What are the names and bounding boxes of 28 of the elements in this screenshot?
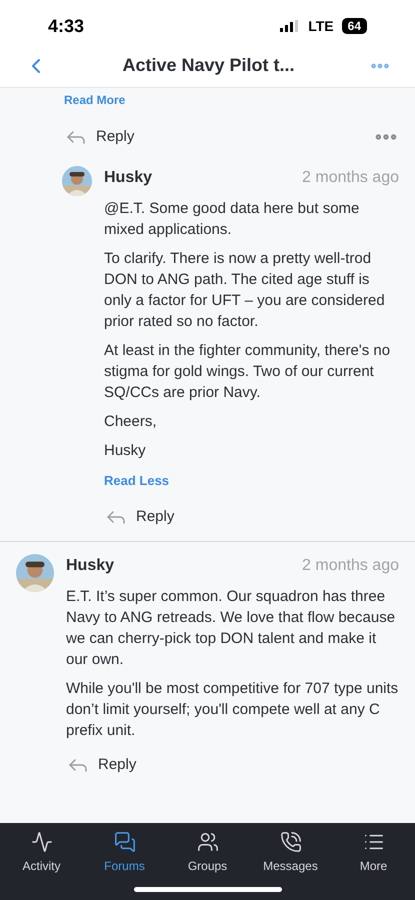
page-title: Active Navy Pilot t... (121, 54, 296, 77)
comment-paragraph: E.T. It’s super common. Our squadron has three Navy to ANG retreads. We love that flow because we can cherry-pick top DON talent and make it our own. (66, 587, 396, 670)
comment-paragraph: @E.T. Some good data here but some mixed applications. (104, 199, 360, 240)
author-name: Husky (104, 168, 152, 188)
pulse-icon (30, 831, 52, 853)
comment-paragraph: To clarify. There is now a pretty well-trod DON to ANG path. The cited age stuff is only a factor for UFT – you are considered prior rated so no factor. (104, 249, 386, 332)
timestamp: 2 months ago (302, 556, 399, 576)
status-time: 4:33 (48, 14, 84, 38)
comment-paragraph: At least in the fighter community, there's no stigma for gold wings. Two of our current SQ/CCs are prior Navy. (104, 341, 392, 403)
battery-indicator: 64 (342, 18, 367, 34)
timestamp: 2 months ago (302, 168, 399, 188)
comment-paragraph: Husky (104, 441, 147, 461)
phone-icon (280, 831, 302, 853)
reply-button[interactable]: Reply (66, 753, 136, 777)
author-name: Husky (66, 556, 114, 576)
tab[interactable]: Messages (249, 831, 332, 875)
network-label: LTE (308, 16, 334, 36)
tab[interactable]: More (332, 831, 415, 875)
tab[interactable]: Forums (83, 831, 166, 875)
comment-paragraph: Cheers, (104, 412, 158, 432)
reply-button[interactable]: Reply (104, 505, 174, 529)
signal-icon (280, 20, 300, 32)
tab[interactable]: Groups (166, 831, 249, 875)
people-icon (196, 831, 218, 853)
tab[interactable]: Activity (0, 831, 83, 875)
comment-paragraph: While you'll be most competitive for 707 type units don’t limit yourself; you'll compete well at any C prefix unit. (66, 679, 399, 741)
reply-button[interactable]: Reply (64, 125, 134, 149)
chat-bubbles-icon (114, 831, 136, 853)
